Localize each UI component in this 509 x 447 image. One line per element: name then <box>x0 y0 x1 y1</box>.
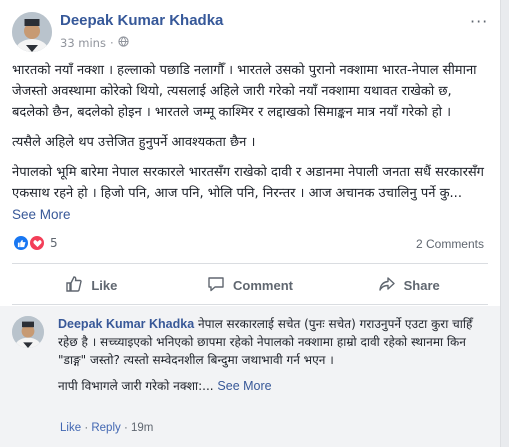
comment-button[interactable]: Comment <box>171 268 330 302</box>
speech-bubble-icon <box>207 275 225 296</box>
reaction-count: 5 <box>50 236 58 250</box>
post-paragraph-3-text: नेपालको भूमि बारेमा नेपाल सरकारले भारतसँ… <box>12 165 484 201</box>
author-avatar[interactable] <box>12 12 52 52</box>
comment-paragraph-2: नापी विभागले जारी गरेको नक्शा:... See Mo… <box>58 377 478 395</box>
comment-author[interactable]: Deepak Kumar Khadka <box>58 317 194 331</box>
post-paragraph-2: त्यसैले अहिले थप उत्तेजित हुनुपर्ने आवश्… <box>12 135 256 150</box>
love-reaction-icon <box>28 234 46 252</box>
comment-reply-link[interactable]: Reply <box>91 422 120 434</box>
commenter-avatar[interactable] <box>12 316 44 348</box>
share-label: Share <box>403 277 440 293</box>
post-actions: Like Comment Share <box>12 268 488 302</box>
divider-top <box>12 263 488 264</box>
comment-meta-sep-1: · <box>84 422 89 434</box>
like-label: Like <box>91 277 118 293</box>
divider-bottom <box>12 304 488 305</box>
post-time[interactable]: 33 mins <box>60 36 106 50</box>
more-options-icon[interactable]: ··· <box>470 12 488 31</box>
see-more-link[interactable]: See More <box>12 207 71 222</box>
post-card: Deepak Kumar Khadka 33 mins · ··· भारतको… <box>0 0 501 447</box>
comments-count[interactable]: 2 Comments <box>416 237 484 251</box>
comment-like-link[interactable]: Like <box>60 422 81 434</box>
comment-label: Comment <box>233 277 293 293</box>
comment-see-more-link[interactable]: See More <box>217 379 271 393</box>
post-paragraph-3: नेपालको भूमि बारेमा नेपाल सरकारले भारतसँ… <box>12 162 490 226</box>
thumbs-up-icon <box>65 275 83 296</box>
comment-meta-sep-2: · <box>123 422 128 434</box>
share-arrow-icon <box>378 275 396 296</box>
page-background-strip <box>501 0 509 447</box>
reaction-summary[interactable]: 5 <box>12 234 58 252</box>
comment-meta: Like · Reply · 19m <box>60 422 153 434</box>
post-paragraph-1: भारतको नयाँ नक्शा । हल्लाको पछाडि नलागौँ… <box>12 63 477 120</box>
post-meta: 33 mins · <box>60 36 129 50</box>
comment-body: Deepak Kumar Khadka नेपाल सरकारलाई सचेत … <box>58 315 478 395</box>
comment-time[interactable]: 19m <box>131 422 153 434</box>
comment-paragraph-1: Deepak Kumar Khadka नेपाल सरकारलाई सचेत … <box>58 315 478 369</box>
share-button[interactable]: Share <box>329 268 488 302</box>
meta-separator: · <box>109 36 114 50</box>
like-button[interactable]: Like <box>12 268 171 302</box>
post-author[interactable]: Deepak Kumar Khadka <box>60 12 223 29</box>
globe-icon <box>117 36 129 50</box>
comment-text-2: नापी विभागले जारी गरेको नक्शा:... <box>58 379 214 393</box>
post-body: भारतको नयाँ नक्शा । हल्लाको पछाडि नलागौँ… <box>12 60 490 235</box>
